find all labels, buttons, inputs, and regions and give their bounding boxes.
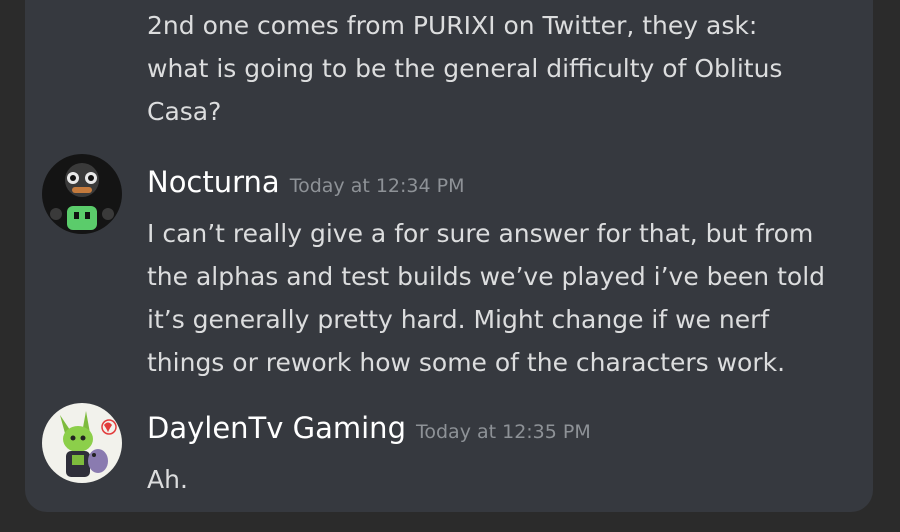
author-name[interactable]: DaylenTv Gaming: [147, 411, 406, 445]
message-line: I can’t really give a for sure answer fo…: [147, 219, 814, 248]
daylen-avatar-icon: [42, 403, 122, 483]
message-line: what is going to be the general difficul…: [147, 54, 783, 83]
message-timestamp[interactable]: Today at 12:35 PM: [416, 421, 591, 443]
message-body: Ah.: [147, 458, 188, 501]
message-line: Casa?: [147, 97, 222, 126]
author-name[interactable]: Nocturna: [147, 165, 280, 199]
message-timestamp[interactable]: Today at 12:34 PM: [290, 175, 465, 197]
message-line: things or rework how some of the charact…: [147, 348, 786, 377]
message-continuation: 2nd one comes from PURIXI on Twitter, th…: [147, 4, 782, 133]
avatar-daylen[interactable]: [42, 403, 122, 483]
message-line: 2nd one comes from PURIXI on Twitter, th…: [147, 11, 758, 40]
message-body: I can’t really give a for sure answer fo…: [147, 212, 825, 384]
chat-panel: 2nd one comes from PURIXI on Twitter, th…: [25, 0, 873, 512]
message-line: Ah.: [147, 465, 188, 494]
nocturna-avatar-icon: [42, 154, 122, 234]
message-line: the alphas and test builds we’ve played …: [147, 262, 826, 291]
message-header: DaylenTv Gaming Today at 12:35 PM: [147, 411, 591, 445]
avatar-nocturna[interactable]: [42, 154, 122, 234]
message-header: Nocturna Today at 12:34 PM: [147, 165, 464, 199]
message-line: it’s generally pretty hard. Might change…: [147, 305, 770, 334]
